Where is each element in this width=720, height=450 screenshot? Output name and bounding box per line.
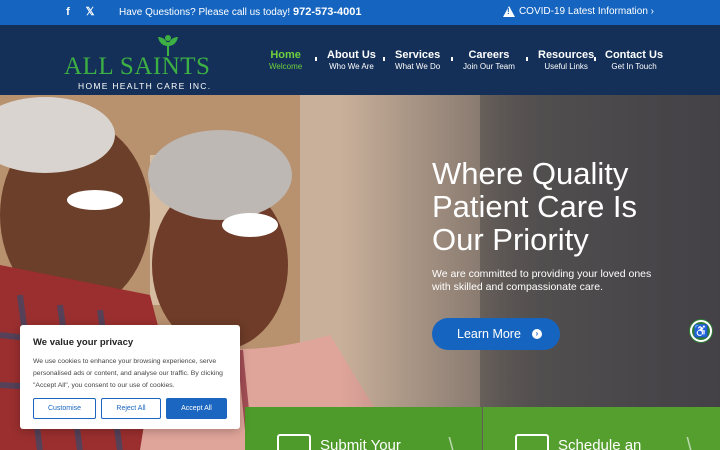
tile-label: Submit Your: [320, 437, 401, 450]
nav-resources[interactable]: Resources Useful Links: [538, 49, 594, 71]
customise-button[interactable]: Customise: [33, 398, 96, 419]
social-links: f 𝕏: [62, 6, 96, 18]
tile-label: Schedule an: [558, 437, 642, 450]
cookie-actions: Customise Reject All Accept All: [33, 398, 227, 419]
covid-label: COVID-19 Latest Information ›: [518, 6, 654, 17]
accessibility-icon[interactable]: ♿: [690, 320, 712, 342]
x-icon[interactable]: 𝕏: [84, 6, 96, 18]
nav-home[interactable]: Home Welcome: [269, 49, 302, 71]
nav-subtitle: Who We Are: [329, 62, 374, 71]
warning-icon: [502, 6, 515, 17]
nav-divider: [451, 57, 453, 61]
nav-subtitle: Useful Links: [544, 62, 588, 71]
top-bar: f 𝕏 Have Questions? Please call us today…: [0, 0, 720, 25]
question-text: Have Questions? Please call us today!: [119, 7, 291, 18]
nav-divider: [526, 57, 528, 61]
nav-title: Home: [270, 49, 301, 61]
submit-tile[interactable]: Submit Your \: [245, 407, 482, 450]
logo[interactable]: ALL SAINTS HOME HEALTH CARE INC.: [64, 31, 224, 91]
nav-contact[interactable]: Contact Us Get In Touch: [605, 49, 663, 71]
nav-subtitle: Get In Touch: [611, 62, 657, 71]
nav-title: Contact Us: [605, 49, 664, 61]
hero-lead: We are committed to providing your loved…: [432, 268, 652, 293]
site-header: ALL SAINTS HOME HEALTH CARE INC. Home We…: [0, 25, 720, 95]
facebook-icon[interactable]: f: [62, 6, 74, 18]
phone-link[interactable]: 972-573-4001: [293, 6, 362, 18]
reject-all-button[interactable]: Reject All: [101, 398, 161, 419]
nav-divider: [383, 57, 385, 61]
feature-tiles: Submit Your \ Schedule an \: [245, 407, 720, 450]
learn-more-button[interactable]: Learn More ›: [432, 318, 560, 350]
nav-services[interactable]: Services What We Do: [395, 49, 440, 71]
nav-subtitle: What We Do: [395, 62, 441, 71]
nav-title: Services: [395, 49, 441, 61]
nav-about[interactable]: About Us Who We Are: [327, 49, 376, 71]
arrow-right-icon: ›: [532, 329, 542, 339]
cookie-body: We use cookies to enhance your browsing …: [33, 358, 223, 389]
nav-divider: [315, 57, 317, 61]
cookie-title: We value your privacy: [33, 337, 134, 348]
logo-brand: ALL SAINTS: [64, 53, 211, 80]
cookie-banner: We value your privacy We use cookies to …: [20, 325, 240, 429]
hero-headline: Where Quality Patient Care Is Our Priori…: [432, 156, 638, 257]
form-icon: [277, 434, 311, 450]
nav-title: Careers: [468, 49, 510, 61]
nav-careers[interactable]: Careers Join Our Team: [463, 49, 515, 71]
nav-subtitle: Join Our Team: [463, 62, 515, 71]
nav-subtitle: Welcome: [269, 62, 303, 71]
covid-link[interactable]: COVID-19 Latest Information ›: [502, 6, 654, 17]
schedule-tile[interactable]: Schedule an \: [483, 407, 720, 450]
chevron-right-icon: \: [448, 435, 454, 450]
logo-subtitle: HOME HEALTH CARE INC.: [78, 81, 212, 91]
contact-line: Have Questions? Please call us today! 97…: [119, 6, 362, 18]
calendar-icon: [515, 434, 549, 450]
nav-divider: [594, 57, 596, 61]
nav-title: About Us: [327, 49, 376, 61]
accept-all-button[interactable]: Accept All: [166, 398, 227, 419]
chevron-right-icon: \: [686, 435, 692, 450]
learn-more-label: Learn More: [457, 327, 521, 341]
nav-title: Resources: [538, 49, 595, 61]
